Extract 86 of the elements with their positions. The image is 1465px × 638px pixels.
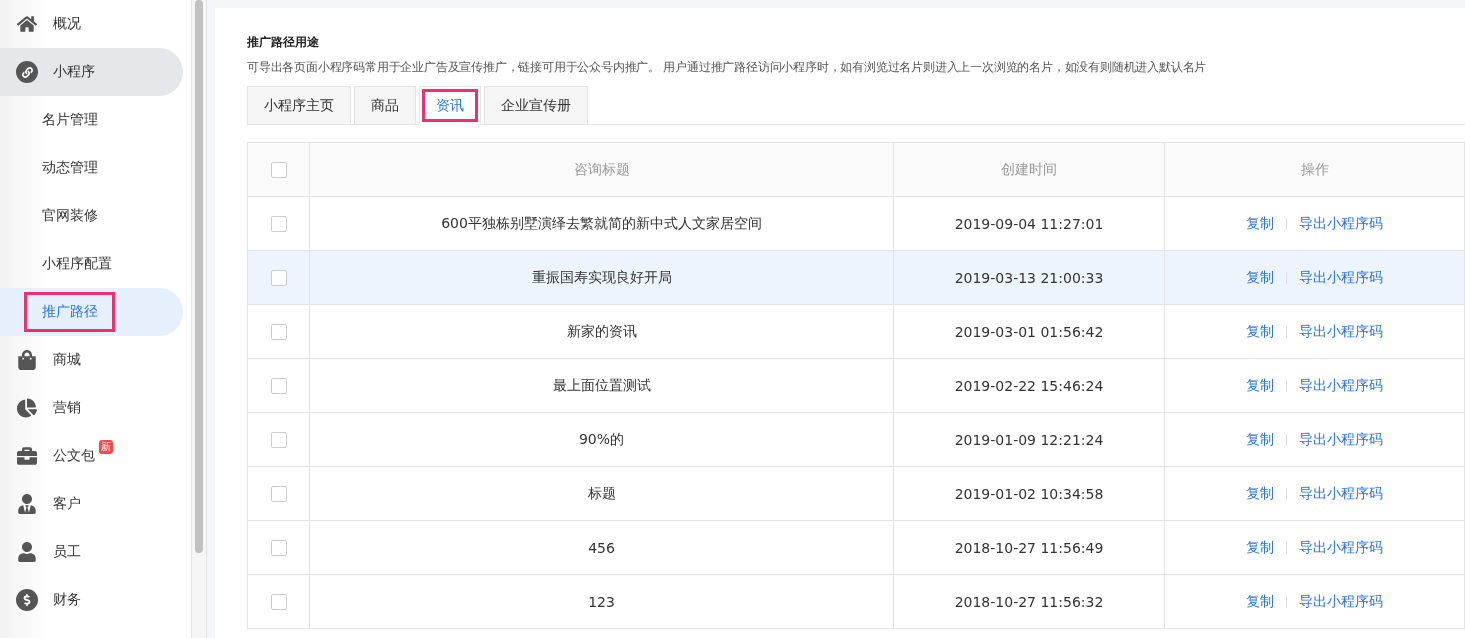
action-link[interactable]: 复制	[1246, 268, 1274, 287]
checkbox[interactable]	[270, 323, 287, 340]
pie-chart-icon	[16, 398, 38, 418]
checkbox[interactable]	[270, 485, 287, 502]
action-link[interactable]: 导出小程序码	[1299, 484, 1383, 503]
table-cell: 重振国寿实现良好开局	[310, 251, 894, 305]
sidebar-subitem[interactable]: 名片管理	[0, 96, 183, 144]
dollar-icon	[16, 589, 38, 611]
sidebar-sublabel: 官网装修	[41, 206, 99, 225]
table-cell: 2019-03-13 21:00:33	[894, 251, 1165, 305]
action-link[interactable]: 复制	[1246, 430, 1274, 449]
person-icon	[16, 542, 38, 562]
sidebar-sublabel: 名片管理	[41, 110, 99, 129]
action-link[interactable]: 导出小程序码	[1299, 538, 1383, 557]
action-link[interactable]: 导出小程序码	[1299, 376, 1383, 395]
sidebar-sublabel: 动态管理	[41, 158, 99, 177]
action-link[interactable]: 复制	[1246, 484, 1274, 503]
action-link[interactable]: 复制	[1246, 376, 1274, 395]
sidebar-subitem[interactable]: 官网装修	[0, 192, 183, 240]
column-header: 咨询标题	[310, 143, 894, 197]
sidebar-label: 客户	[52, 494, 82, 513]
tab[interactable]: 小程序主页	[247, 86, 351, 125]
table-cell: 最上面位置测试	[310, 359, 894, 413]
tab[interactable]: 资讯	[419, 86, 481, 125]
sidebar-item[interactable]: 员工	[0, 528, 183, 576]
section-title: 推广路径用途	[247, 34, 320, 51]
action-link[interactable]: 导出小程序码	[1299, 214, 1383, 233]
table-cell: 600平独栋别墅演绎去繁就简的新中式人文家居空间	[310, 197, 894, 251]
sidebar-label: 小程序	[52, 62, 96, 81]
section-description: 可导出各页面小程序码常用于企业广告及宣传推广，链接可用于公众号内推广。 用户通过推广路径访问小程序时，如有浏览过名片则进入上一次浏览的名片，如没有则随机进入默认名片	[247, 60, 1208, 75]
table-cell: 90%的	[310, 413, 894, 467]
table-cell: 2019-09-04 11:27:01	[894, 197, 1165, 251]
table-cell: 456	[310, 521, 894, 575]
checkbox[interactable]	[270, 431, 287, 448]
sidebar-subitem[interactable]: 动态管理	[0, 144, 183, 192]
new-badge: 新	[99, 440, 113, 454]
sidebar-label: 概况	[52, 14, 82, 33]
sidebar-label: 员工	[52, 542, 82, 561]
scrollbar-thumb[interactable]	[195, 0, 203, 553]
table-cell: 2019-01-09 12:21:24	[894, 413, 1165, 467]
tab[interactable]: 商品	[354, 86, 416, 125]
checkbox[interactable]	[270, 215, 287, 232]
action-link[interactable]: 导出小程序码	[1299, 268, 1383, 287]
column-header: 创建时间	[894, 143, 1165, 197]
bag-icon	[16, 350, 38, 370]
sidebar-item[interactable]: 公文包 新	[0, 432, 183, 480]
sidebar-label: 财务	[52, 590, 82, 609]
sidebar-label: 公文包	[52, 446, 96, 465]
sidebar-subitem[interactable]: 小程序配置	[0, 240, 183, 288]
column-header: 操作	[1165, 143, 1465, 197]
sidebar-item[interactable]: 营销	[0, 384, 183, 432]
table-cell: 123	[310, 575, 894, 629]
table-cell: 2018-10-27 11:56:49	[894, 521, 1165, 575]
table-cell: 2019-03-01 01:56:42	[894, 305, 1165, 359]
table-cell: 2019-01-02 10:34:58	[894, 467, 1165, 521]
sidebar-sublabel: 推广路径	[24, 292, 115, 332]
checkbox[interactable]	[270, 539, 287, 556]
table-cell: 2018-10-27 11:56:32	[894, 575, 1165, 629]
home-icon	[16, 14, 38, 34]
sidebar-item[interactable]: 概况	[0, 0, 183, 48]
checkbox[interactable]	[270, 269, 287, 286]
briefcase-icon	[16, 446, 38, 466]
sidebar-sublabel: 小程序配置	[41, 254, 113, 273]
sidebar-item[interactable]: 商城	[0, 336, 183, 384]
sidebar-item[interactable]: 财务	[0, 576, 183, 624]
sidebar-label: 营销	[52, 398, 82, 417]
action-link[interactable]: 导出小程序码	[1299, 592, 1383, 611]
action-link[interactable]: 导出小程序码	[1299, 430, 1383, 449]
action-link[interactable]: 导出小程序码	[1299, 322, 1383, 341]
action-link[interactable]: 复制	[1246, 214, 1274, 233]
sidebar-item[interactable]: 客户	[0, 480, 183, 528]
checkbox[interactable]	[270, 593, 287, 610]
action-link[interactable]: 复制	[1246, 538, 1274, 557]
table-cell: 标题	[310, 467, 894, 521]
sidebar-subitem[interactable]: 推广路径	[0, 288, 183, 336]
action-link[interactable]: 复制	[1246, 322, 1274, 341]
checkbox[interactable]	[270, 161, 287, 178]
table-cell: 2019-02-22 15:46:24	[894, 359, 1165, 413]
checkbox[interactable]	[270, 377, 287, 394]
person-tie-icon	[16, 494, 38, 514]
mini-program-icon	[16, 61, 38, 83]
sidebar-item[interactable]: 小程序	[0, 48, 183, 96]
sidebar-label: 商城	[52, 350, 82, 369]
tab[interactable]: 企业宣传册	[484, 86, 588, 125]
table-cell: 新家的资讯	[310, 305, 894, 359]
action-link[interactable]: 复制	[1246, 592, 1274, 611]
